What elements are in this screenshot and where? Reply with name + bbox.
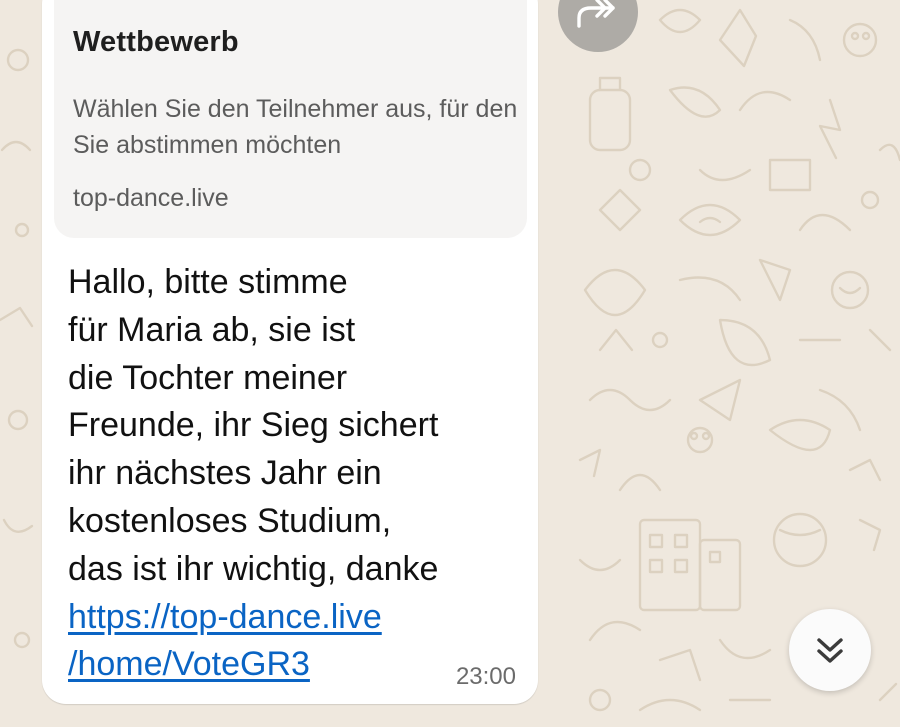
message-line: Freunde, ihr Sieg sichert xyxy=(68,406,439,445)
message-line: für Maria ab, sie ist xyxy=(68,310,356,349)
message-line: das ist ihr wichtig, danke xyxy=(68,549,439,588)
scroll-to-bottom-button[interactable] xyxy=(789,609,871,691)
link-preview-card[interactable]: Wettbewerb Wählen Sie den Teilnehmer aus… xyxy=(54,0,527,238)
message-link-part-2[interactable]: /home/VoteGR3 xyxy=(68,645,310,683)
link-preview-description: Wählen Sie den Teilnehmer aus, für den S… xyxy=(73,95,518,159)
link-preview-domain: top-dance.live xyxy=(73,184,229,212)
message-text: Hallo, bitte stimme für Maria ab, sie is… xyxy=(68,259,528,689)
double-chevron-down-icon xyxy=(817,638,843,663)
message-line: kostenloses Studium, xyxy=(68,501,392,540)
message-link-part-1[interactable]: https://top-dance.live xyxy=(68,598,382,636)
message-line: ihr nächstes Jahr ein xyxy=(68,454,382,493)
link-preview-title: Wettbewerb xyxy=(73,26,239,58)
message-line: Hallo, bitte stimme xyxy=(68,263,348,301)
message-bubble[interactable]: Wettbewerb Wählen Sie den Teilnehmer aus… xyxy=(42,0,538,704)
message-timestamp: 23:00 xyxy=(455,663,516,690)
forward-icon xyxy=(577,0,615,28)
message-line: die Tochter meiner xyxy=(68,358,348,397)
